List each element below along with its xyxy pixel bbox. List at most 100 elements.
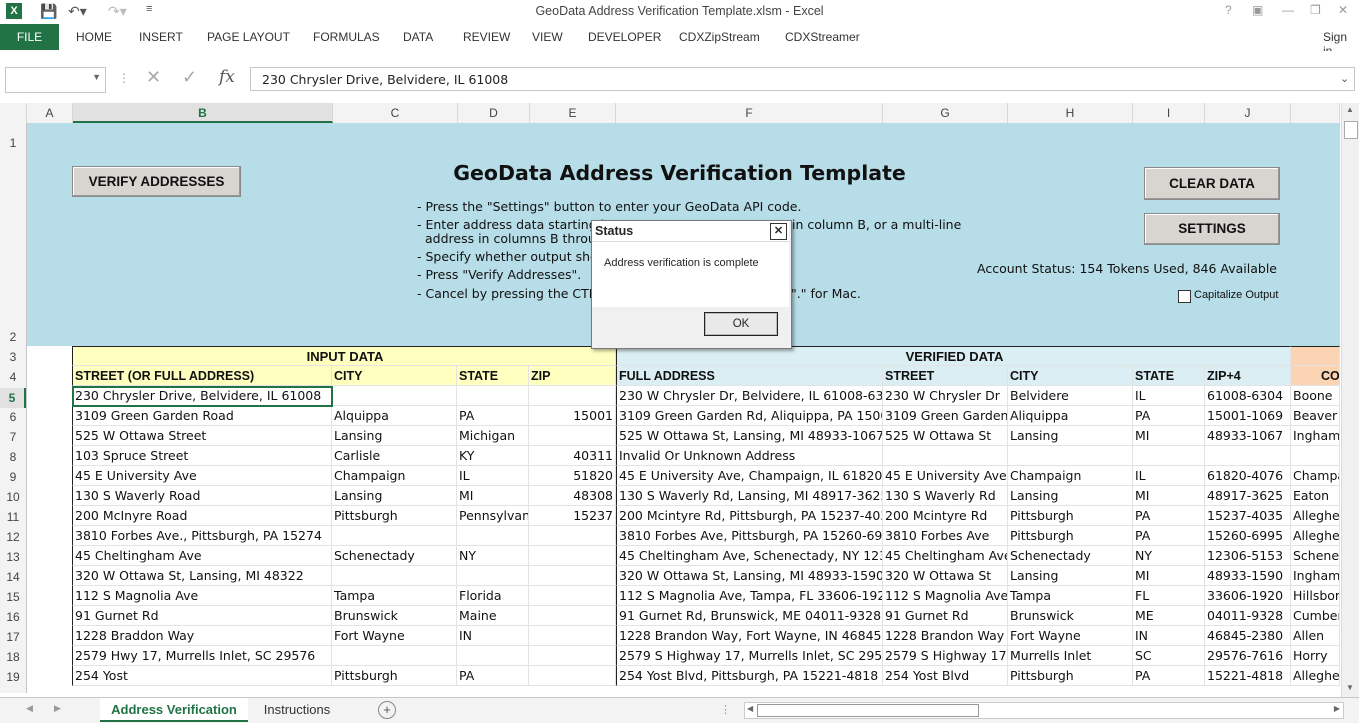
cell-v-street[interactable]: 45 Cheltingham Ave: [883, 546, 1008, 566]
cell-city[interactable]: Fort Wayne: [332, 626, 457, 646]
column-header-f[interactable]: F: [616, 103, 883, 123]
cell-v-city[interactable]: Murrells Inlet: [1008, 646, 1133, 666]
cell-zip[interactable]: [529, 666, 616, 686]
tab-data[interactable]: DATA: [403, 30, 433, 44]
cell-zip4[interactable]: 48933-1067: [1205, 426, 1291, 446]
column-header-h[interactable]: H: [1008, 103, 1133, 123]
help-icon[interactable]: ?: [1225, 3, 1232, 17]
column-header-c[interactable]: C: [333, 103, 458, 123]
column-header-a[interactable]: A: [27, 103, 73, 123]
column-header-i[interactable]: I: [1133, 103, 1205, 123]
tab-cdxstreamer[interactable]: CDXStreamer: [785, 30, 860, 44]
cell-full-address[interactable]: 1228 Brandon Way, Fort Wayne, IN 46845-2…: [616, 626, 883, 646]
cell-v-street[interactable]: 254 Yost Blvd: [883, 666, 1008, 686]
cell-v-city[interactable]: Pittsburgh: [1008, 506, 1133, 526]
scroll-up-icon[interactable]: ▲: [1346, 105, 1354, 114]
cell-zip4[interactable]: 48917-3625: [1205, 486, 1291, 506]
row-header[interactable]: 9: [0, 470, 26, 484]
cell-state[interactable]: IL: [457, 466, 529, 486]
cell-v-street[interactable]: 130 S Waverly Rd: [883, 486, 1008, 506]
cell-zip4[interactable]: 33606-1920: [1205, 586, 1291, 606]
cell-county[interactable]: Ingham: [1291, 426, 1340, 446]
cell-city[interactable]: Schenectady: [332, 546, 457, 566]
expand-formula-icon[interactable]: ⌄: [1340, 72, 1349, 85]
cell-city[interactable]: Tampa: [332, 586, 457, 606]
cell-zip[interactable]: [529, 546, 616, 566]
cell-v-city[interactable]: Belvidere: [1008, 386, 1133, 406]
cell-zip[interactable]: 15237: [529, 506, 616, 526]
clear-data-button[interactable]: CLEAR DATA: [1144, 167, 1280, 200]
cell-v-city[interactable]: Lansing: [1008, 486, 1133, 506]
tab-home[interactable]: HOME: [76, 30, 112, 44]
row-header[interactable]: 2: [0, 330, 26, 344]
cell-v-state[interactable]: MI: [1133, 426, 1205, 446]
cell-city[interactable]: Alquippa: [332, 406, 457, 426]
cell-v-street[interactable]: 525 W Ottawa St: [883, 426, 1008, 446]
cell-street[interactable]: 130 S Waverly Road: [72, 486, 332, 506]
row-header[interactable]: 6: [0, 410, 26, 424]
sheet-tab-address-verification[interactable]: Address Verification: [100, 698, 248, 722]
cell-state[interactable]: [457, 646, 529, 666]
cell-v-city[interactable]: Fort Wayne: [1008, 626, 1133, 646]
cell-zip4[interactable]: 61820-4076: [1205, 466, 1291, 486]
column-header-d[interactable]: D: [458, 103, 530, 123]
cell-zip4[interactable]: 29576-7616: [1205, 646, 1291, 666]
cell-state[interactable]: [457, 526, 529, 546]
column-header-k[interactable]: [1291, 103, 1340, 123]
cell-full-address[interactable]: 45 Cheltingham Ave, Schenectady, NY 1230…: [616, 546, 883, 566]
cell-county[interactable]: Schenectady: [1291, 546, 1340, 566]
next-sheet-icon[interactable]: ▶: [54, 703, 61, 714]
row-header-active[interactable]: 5: [0, 388, 26, 408]
cell-state[interactable]: Maine: [457, 606, 529, 626]
cell-v-city[interactable]: Brunswick: [1008, 606, 1133, 626]
cell-street[interactable]: 112 S Magnolia Ave: [72, 586, 332, 606]
cell-county[interactable]: Horry: [1291, 646, 1340, 666]
cell-city[interactable]: [332, 526, 457, 546]
cell-state[interactable]: IN: [457, 626, 529, 646]
cell-full-address[interactable]: 3109 Green Garden Rd, Aliquippa, PA 1500…: [616, 406, 883, 426]
cell-v-state[interactable]: IN: [1133, 626, 1205, 646]
cell-city[interactable]: Champaign: [332, 466, 457, 486]
col-county-header[interactable]: COU: [1291, 366, 1340, 386]
column-header-b[interactable]: B: [73, 103, 333, 123]
cell-zip[interactable]: [529, 586, 616, 606]
cell-v-street[interactable]: 2579 S Highway 17: [883, 646, 1008, 666]
cell-full-address[interactable]: 130 S Waverly Rd, Lansing, MI 48917-3625: [616, 486, 883, 506]
row-header[interactable]: 18: [0, 650, 26, 664]
cell-zip[interactable]: [529, 646, 616, 666]
cell-zip4[interactable]: 48933-1590: [1205, 566, 1291, 586]
cell-v-state[interactable]: FL: [1133, 586, 1205, 606]
sheet-tab-instructions[interactable]: Instructions: [252, 698, 342, 722]
row-header[interactable]: 19: [0, 670, 26, 684]
row-header[interactable]: 10: [0, 490, 26, 504]
cell-zip4[interactable]: 04011-9328: [1205, 606, 1291, 626]
cell-street[interactable]: 1228 Braddon Way: [72, 626, 332, 646]
ribbon-display-icon[interactable]: ▣: [1252, 3, 1263, 17]
cell-full-address[interactable]: 525 W Ottawa St, Lansing, MI 48933-1067: [616, 426, 883, 446]
cell-v-street[interactable]: 230 W Chrysler Dr: [883, 386, 1008, 406]
row-header[interactable]: 1: [0, 136, 26, 150]
cell-v-city[interactable]: [1008, 446, 1133, 466]
cell-city[interactable]: Pittsburgh: [332, 506, 457, 526]
col-v-state-header[interactable]: STATE: [1133, 366, 1205, 386]
cell-city[interactable]: [332, 386, 457, 406]
county-header-top[interactable]: [1291, 346, 1340, 366]
cell-street[interactable]: 2579 Hwy 17, Murrells Inlet, SC 29576: [72, 646, 332, 666]
minimize-icon[interactable]: —: [1282, 3, 1294, 17]
cell-v-city[interactable]: Champaign: [1008, 466, 1133, 486]
input-data-header[interactable]: INPUT DATA: [72, 346, 616, 366]
cell-county[interactable]: Eaton: [1291, 486, 1340, 506]
cell-city[interactable]: Carlisle: [332, 446, 457, 466]
cell-v-city[interactable]: Tampa: [1008, 586, 1133, 606]
cell-street[interactable]: 3109 Green Garden Road: [72, 406, 332, 426]
cell-zip[interactable]: 15001: [529, 406, 616, 426]
prev-sheet-icon[interactable]: ◀: [26, 703, 33, 714]
cell-v-state[interactable]: NY: [1133, 546, 1205, 566]
cell-v-state[interactable]: MI: [1133, 566, 1205, 586]
cell-v-street[interactable]: 1228 Brandon Way: [883, 626, 1008, 646]
cell-state[interactable]: Pennsylvania: [457, 506, 529, 526]
row-header[interactable]: 17: [0, 630, 26, 644]
enter-check-icon[interactable]: ✓: [182, 67, 197, 88]
horizontal-scrollbar[interactable]: ◀ ▶: [744, 702, 1344, 719]
cell-full-address[interactable]: 200 Mcintyre Rd, Pittsburgh, PA 15237-40…: [616, 506, 883, 526]
